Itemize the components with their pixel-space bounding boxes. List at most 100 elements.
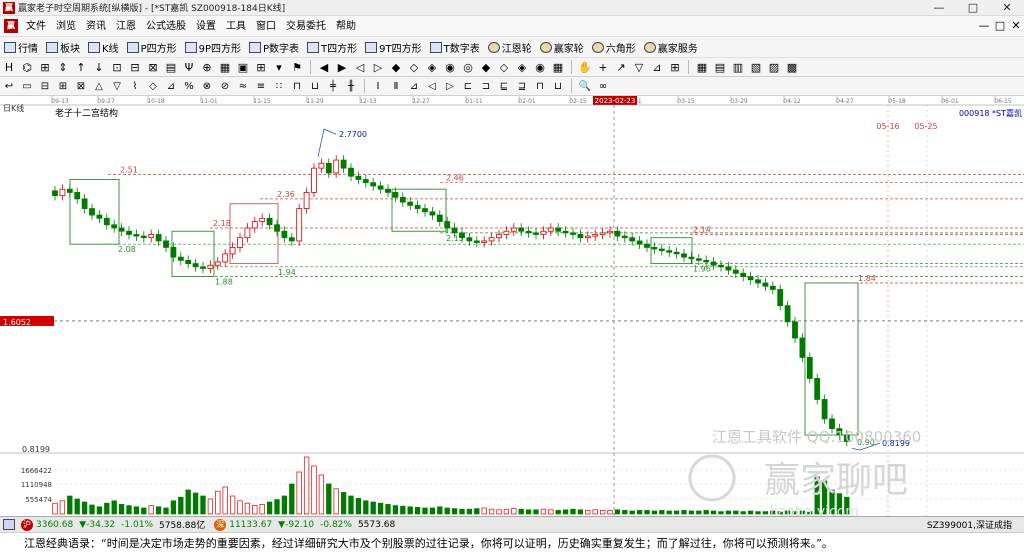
kline-chart-svg[interactable]: 09-13 09-27 10-18 11-01 11-15 11-29 12-13 12-27… — [0, 96, 1024, 520]
drawing-tool-icon[interactable]: ▦ — [551, 61, 565, 74]
drawing-tool-icon[interactable]: ▾ — [272, 61, 286, 74]
analysis-tool-icon[interactable]: ⊒ — [515, 80, 529, 93]
analysis-tool-icon[interactable]: ▽ — [110, 80, 124, 93]
menu-trade[interactable]: 交易委托 — [281, 16, 331, 37]
minimize-button[interactable]: — — [922, 0, 956, 16]
analysis-tool-icon[interactable]: ▷ — [443, 80, 457, 93]
drawing-tool-icon[interactable]: ▷ — [371, 61, 385, 74]
analysis-tool-icon[interactable]: ≡ — [254, 80, 268, 93]
analysis-tool-icon[interactable]: ∷ — [272, 80, 286, 93]
toolbar-square-t-button[interactable]: T四方形 — [303, 37, 361, 58]
toolbar-winner-wheel-button[interactable]: 赢家轮 — [536, 37, 588, 58]
close-button[interactable]: ✕ — [990, 0, 1024, 16]
toolbar-square-p-button[interactable]: P四方形 — [123, 37, 181, 58]
analysis-tool-icon[interactable]: ⊐ — [479, 80, 493, 93]
toolbar-square-9t-button[interactable]: 9T四方形 — [361, 37, 425, 58]
toolbar-table-p-button[interactable]: P数字表 — [245, 37, 303, 58]
drawing-tool-icon[interactable]: ▶ — [335, 61, 349, 74]
drawing-tool-icon[interactable]: ⊞ — [254, 61, 268, 74]
drawing-tool-icon[interactable]: ✋ — [578, 61, 592, 74]
analysis-tool-icon[interactable]: ⊞ — [56, 80, 70, 93]
analysis-tool-icon[interactable]: ∞ — [596, 80, 610, 93]
drawing-tool-icon[interactable]: ◇ — [497, 61, 511, 74]
mdi-restore-button[interactable]: □ — [992, 16, 1008, 37]
mdi-minimize-button[interactable]: — — [976, 16, 992, 37]
analysis-tool-icon[interactable]: ⊔ — [308, 80, 322, 93]
analysis-tool-icon[interactable]: Ⅱ — [389, 80, 403, 93]
menu-tools[interactable]: 工具 — [221, 16, 251, 37]
drawing-tool-icon[interactable]: ◆ — [479, 61, 493, 74]
drawing-tool-icon[interactable]: ⇕ — [56, 61, 70, 74]
analysis-tool-icon[interactable]: ⊓ — [290, 80, 304, 93]
toolbar-table-t-button[interactable]: T数字表 — [426, 37, 484, 58]
drawing-tool-icon[interactable]: ▤ — [164, 61, 178, 74]
drawing-tool-icon[interactable]: H — [2, 61, 16, 74]
analysis-tool-icon[interactable]: ⊟ — [38, 80, 52, 93]
maximize-button[interactable]: □ — [956, 0, 990, 16]
analysis-tool-icon[interactable]: ⌇ — [128, 80, 142, 93]
toolbar-candle-button[interactable]: K线 — [84, 37, 123, 58]
analysis-tool-icon[interactable]: ╫ — [344, 80, 358, 93]
menu-settings[interactable]: 设置 — [191, 16, 221, 37]
toolbar-dollar-button[interactable]: 赢家服务 — [640, 37, 702, 58]
drawing-tool-icon[interactable]: ▨ — [767, 61, 781, 74]
drawing-tool-icon[interactable]: ▩ — [785, 61, 799, 74]
analysis-tool-icon[interactable]: ⊗ — [200, 80, 214, 93]
drawing-tool-icon[interactable]: ◉ — [443, 61, 457, 74]
menu-help[interactable]: 帮助 — [331, 16, 361, 37]
drawing-tool-icon[interactable]: ↓ — [92, 61, 106, 74]
drawing-tool-icon[interactable]: Ψ — [182, 61, 196, 74]
analysis-tool-icon[interactable]: ╪ — [326, 80, 340, 93]
drawing-tool-icon[interactable]: ◆ — [389, 61, 403, 74]
drawing-tool-icon[interactable]: ▥ — [731, 61, 745, 74]
analysis-tool-icon[interactable]: ▭ — [20, 80, 34, 93]
drawing-tool-icon[interactable]: ▽ — [632, 61, 646, 74]
drawing-tool-icon[interactable]: ⊞ — [38, 61, 52, 74]
drawing-tool-icon[interactable]: ⊞ — [668, 61, 682, 74]
drawing-tool-icon[interactable]: + — [596, 61, 610, 74]
drawing-tool-icon[interactable]: ⚑ — [290, 61, 304, 74]
drawing-tool-icon[interactable]: ⊟ — [128, 61, 142, 74]
analysis-tool-icon[interactable]: ◁ — [425, 80, 439, 93]
drawing-tool-icon[interactable]: ▦ — [695, 61, 709, 74]
drawing-tool-icon[interactable]: ⊠ — [146, 61, 160, 74]
drawing-tool-icon[interactable]: ↗ — [614, 61, 628, 74]
menu-browse[interactable]: 浏览 — [51, 16, 81, 37]
menu-file[interactable]: 文件 — [21, 16, 51, 37]
analysis-tool-icon[interactable]: ⊿ — [407, 80, 421, 93]
kline-chart[interactable]: 09-13 09-27 10-18 11-01 11-15 11-29 12-13 12-27… — [0, 96, 1024, 520]
mdi-close-button[interactable]: ✕ — [1008, 16, 1024, 37]
menu-news[interactable]: 资讯 — [81, 16, 111, 37]
drawing-tool-icon[interactable]: ↑ — [74, 61, 88, 74]
analysis-tool-icon[interactable]: ⊏ — [461, 80, 475, 93]
toolbar-grid-button[interactable]: 板块 — [42, 37, 84, 58]
drawing-tool-icon[interactable]: ◁ — [353, 61, 367, 74]
menu-gann[interactable]: 江恩 — [111, 16, 141, 37]
analysis-tool-icon[interactable]: ⊿ — [164, 80, 178, 93]
analysis-tool-icon[interactable]: ◇ — [146, 80, 160, 93]
analysis-tool-icon[interactable]: % — [182, 80, 196, 93]
analysis-tool-icon[interactable]: ⊑ — [497, 80, 511, 93]
menu-formula-select[interactable]: 公式选股 — [141, 16, 191, 37]
drawing-tool-icon[interactable]: ◈ — [515, 61, 529, 74]
analysis-tool-icon[interactable]: ⊠ — [74, 80, 88, 93]
drawing-tool-icon[interactable]: ◎ — [461, 61, 475, 74]
analysis-tool-icon[interactable]: ↩ — [2, 80, 16, 93]
toolbar-hexagon-button[interactable]: 六角形 — [588, 37, 640, 58]
drawing-tool-icon[interactable]: ▧ — [749, 61, 763, 74]
status-right-text[interactable]: SZ399001,深证成指 — [927, 518, 1012, 531]
drawing-tool-icon[interactable]: ◇ — [407, 61, 421, 74]
toolbar-list-button[interactable]: 行情 — [0, 37, 42, 58]
analysis-tool-icon[interactable]: △ — [92, 80, 106, 93]
toolbar-square-9p-button[interactable]: 9P四方形 — [181, 37, 245, 58]
analysis-tool-icon[interactable]: ⊓ — [533, 80, 547, 93]
drawing-tool-icon[interactable]: ⊡ — [110, 61, 124, 74]
drawing-tool-icon[interactable]: ◉ — [533, 61, 547, 74]
drawing-tool-icon[interactable]: ◀ — [317, 61, 331, 74]
status-grid-icon[interactable] — [3, 519, 15, 530]
drawing-tool-icon[interactable]: ⊕ — [200, 61, 214, 74]
drawing-tool-icon[interactable]: ⌬ — [20, 61, 34, 74]
drawing-tool-icon[interactable]: ▦ — [218, 61, 232, 74]
menu-window[interactable]: 窗口 — [251, 16, 281, 37]
drawing-tool-icon[interactable]: ◈ — [425, 61, 439, 74]
